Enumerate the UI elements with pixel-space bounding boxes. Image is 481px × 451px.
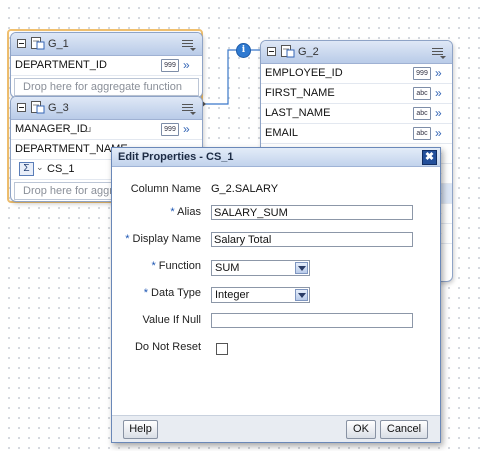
function-value: SUM: [215, 262, 240, 274]
group-menu-icon[interactable]: [182, 39, 196, 51]
column-label: EMAIL: [265, 127, 299, 139]
alias-input[interactable]: SALARY_SUM: [211, 205, 413, 220]
text-type-icon: abc: [413, 127, 431, 140]
collapse-icon[interactable]: [267, 47, 276, 56]
link-info-icon[interactable]: i: [236, 43, 251, 58]
group-menu-icon[interactable]: [182, 103, 196, 115]
data-type-label: * Data Type: [143, 287, 201, 299]
sigma-icon: Σ: [19, 162, 34, 176]
aggregate-drop-zone[interactable]: Drop here for aggregate function: [14, 78, 199, 96]
help-button[interactable]: Help: [123, 420, 158, 439]
column-label: LAST_NAME: [265, 107, 331, 119]
do-not-reset-checkbox[interactable]: [216, 343, 228, 355]
group-icon: [31, 37, 45, 50]
group-icon: [281, 45, 295, 58]
number-type-icon: 999: [413, 67, 431, 80]
summary-label: CS_1: [47, 163, 75, 175]
group-icon: [31, 101, 45, 114]
function-label: * Function: [151, 260, 201, 272]
alias-label: * Alias: [170, 206, 201, 218]
column-row[interactable]: LAST_NAME abc »: [261, 104, 452, 124]
text-type-icon: abc: [413, 87, 431, 100]
cancel-button[interactable]: Cancel: [380, 420, 428, 439]
column-row[interactable]: FIRST_NAME abc »: [261, 84, 452, 104]
data-type-value: Integer: [215, 289, 250, 301]
move-right-icon[interactable]: »: [435, 86, 442, 100]
do-not-reset-label: Do Not Reset: [134, 341, 201, 353]
text-type-icon: abc: [413, 107, 431, 120]
column-row[interactable]: EMAIL abc »: [261, 124, 452, 144]
display-name-input[interactable]: Salary Total: [211, 232, 413, 247]
edit-properties-dialog: Edit Properties - CS_1 ✖ Column Name G_2…: [111, 147, 441, 443]
number-type-icon: 999: [161, 123, 179, 136]
group-title: G_1: [48, 38, 69, 50]
column-row[interactable]: EMPLOYEE_ID 999 »: [261, 64, 452, 84]
column-label: DEPARTMENT_ID: [15, 59, 107, 71]
column-row[interactable]: DEPARTMENT_ID 999 »: [11, 56, 202, 76]
ok-button[interactable]: OK: [346, 420, 376, 439]
column-row[interactable]: MANAGER_ID ⊔ 999 »: [11, 120, 202, 140]
data-type-select[interactable]: Integer: [211, 287, 310, 303]
group-header[interactable]: G_3: [11, 97, 202, 120]
group-header[interactable]: G_1: [11, 33, 202, 56]
column-label: FIRST_NAME: [265, 87, 335, 99]
move-right-icon[interactable]: »: [435, 126, 442, 140]
move-right-icon[interactable]: »: [435, 106, 442, 120]
display-name-label: * Display Name: [125, 233, 201, 245]
value-if-null-input[interactable]: [211, 313, 413, 328]
move-right-icon[interactable]: »: [183, 122, 190, 136]
collapse-icon[interactable]: [17, 103, 26, 112]
report-canvas: i G_1 DEPARTMENT_ID 999 » Drop here for …: [0, 0, 481, 451]
group-menu-icon[interactable]: [432, 47, 446, 59]
dialog-titlebar[interactable]: Edit Properties - CS_1 ✖: [112, 148, 440, 167]
data-group-g1[interactable]: G_1 DEPARTMENT_ID 999 » Drop here for ag…: [10, 32, 203, 98]
close-icon[interactable]: ✖: [422, 150, 437, 165]
column-name-value: G_2.SALARY: [211, 183, 279, 195]
column-name-label: Column Name: [130, 183, 201, 195]
value-if-null-label: Value If Null: [142, 314, 202, 326]
chevron-down-icon[interactable]: ⌄: [36, 162, 44, 173]
group-title: G_3: [48, 102, 69, 114]
group-title: G_2: [298, 46, 319, 58]
column-label: EMPLOYEE_ID: [265, 67, 343, 79]
collapse-icon[interactable]: [17, 39, 26, 48]
dialog-title: Edit Properties - CS_1: [118, 151, 234, 163]
move-right-icon[interactable]: »: [183, 58, 190, 72]
group-break-icon: ⊔: [85, 125, 92, 134]
function-select[interactable]: SUM: [211, 260, 310, 276]
dialog-footer: Help OK Cancel: [112, 415, 440, 442]
chevron-down-icon[interactable]: [295, 262, 308, 274]
column-label: MANAGER_ID: [15, 123, 88, 135]
move-right-icon[interactable]: »: [435, 66, 442, 80]
number-type-icon: 999: [161, 59, 179, 72]
group-header[interactable]: G_2: [261, 41, 452, 64]
chevron-down-icon[interactable]: [295, 289, 308, 301]
